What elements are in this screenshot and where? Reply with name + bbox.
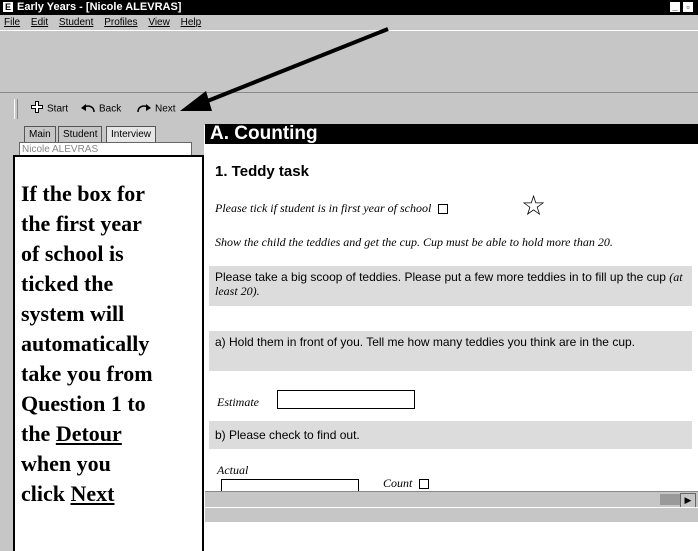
pointer-arrow-icon — [180, 27, 389, 111]
